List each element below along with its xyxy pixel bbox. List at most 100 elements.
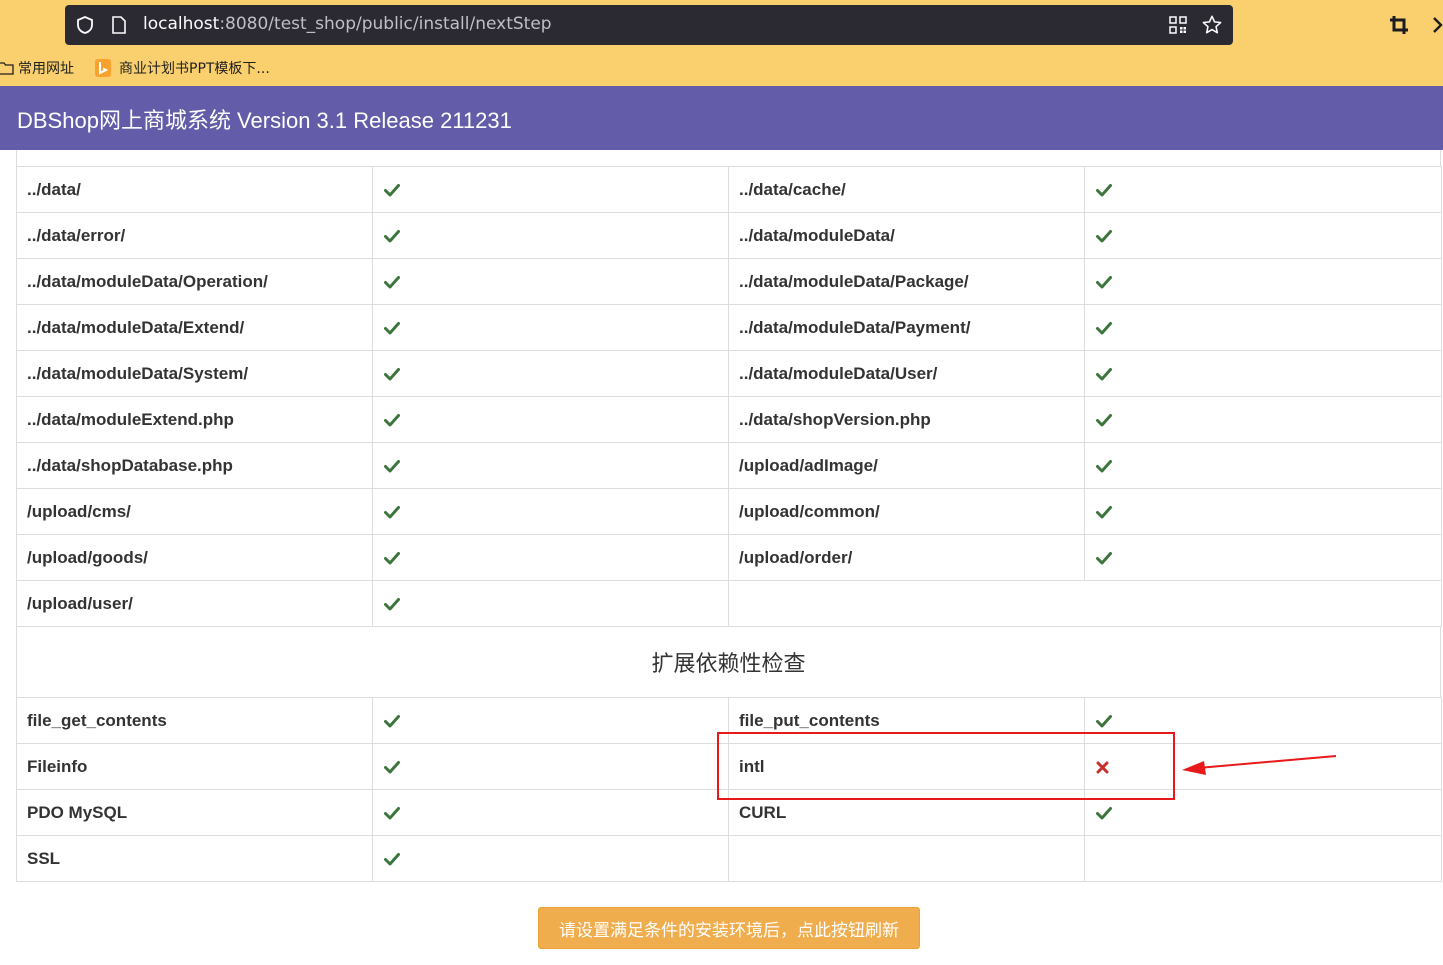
section-title: 扩展依赖性检查 xyxy=(651,652,806,677)
check-icon xyxy=(1096,807,1112,820)
table-top-edge xyxy=(16,150,1441,167)
check-icon xyxy=(384,715,400,728)
item-name: /upload/order/ xyxy=(728,534,1085,581)
item-status xyxy=(372,580,729,627)
empty-cell xyxy=(728,580,1442,627)
check-icon xyxy=(384,414,400,427)
table-row: /upload/goods/ /upload/order/ xyxy=(16,534,1442,581)
address-bar[interactable]: localhost:8080/test_shop/public/install/… xyxy=(65,5,1233,45)
item-status xyxy=(372,212,729,259)
check-icon xyxy=(1096,368,1112,381)
page-title: DBShop网上商城系统 Version 3.1 Release 211231 xyxy=(17,108,512,133)
item-status xyxy=(1084,835,1442,882)
check-icon xyxy=(384,853,400,866)
browser-chrome: localhost:8080/test_shop/public/install/… xyxy=(0,0,1443,86)
item-status xyxy=(372,488,729,535)
item-status xyxy=(372,442,729,489)
item-status xyxy=(372,166,729,213)
check-icon xyxy=(384,230,400,243)
check-icon xyxy=(1096,322,1112,335)
overflow-chevron-icon[interactable] xyxy=(1432,14,1443,36)
item-status xyxy=(1084,304,1442,351)
bookmark-label: 常用网址 xyxy=(18,61,74,77)
item-status xyxy=(372,534,729,581)
check-icon xyxy=(384,460,400,473)
table-row: /upload/user/ xyxy=(16,580,1442,627)
bookmark-label: 商业计划书PPT模板下... xyxy=(119,61,270,77)
item-name: /upload/cms/ xyxy=(16,488,373,535)
item-name: ../data/shopDatabase.php xyxy=(16,442,373,489)
item-status xyxy=(372,697,729,744)
item-status xyxy=(372,350,729,397)
annotation-highlight-box xyxy=(717,732,1175,800)
item-status xyxy=(1084,488,1442,535)
check-icon xyxy=(384,368,400,381)
item-status xyxy=(1084,350,1442,397)
item-status xyxy=(372,835,729,882)
item-status xyxy=(372,396,729,443)
bookmark-ppt-template[interactable]: 商业计划书PPT模板下... xyxy=(95,56,270,80)
check-icon xyxy=(1096,552,1112,565)
item-name: ../data/moduleData/Operation/ xyxy=(16,258,373,305)
check-icon xyxy=(1096,184,1112,197)
item-name: /upload/user/ xyxy=(16,580,373,627)
item-status xyxy=(1084,258,1442,305)
table-row: /upload/cms/ /upload/common/ xyxy=(16,488,1442,535)
check-icon xyxy=(384,807,400,820)
item-name: ../data/cache/ xyxy=(728,166,1085,213)
check-icon xyxy=(384,761,400,774)
check-icon xyxy=(384,184,400,197)
table-row: ../data/moduleExtend.php ../data/shopVers… xyxy=(16,396,1442,443)
item-status xyxy=(372,304,729,351)
item-status xyxy=(1084,166,1442,213)
check-icon xyxy=(1096,506,1112,519)
item-name: SSL xyxy=(16,835,373,882)
check-icon xyxy=(1096,715,1112,728)
item-name: ../data/moduleData/System/ xyxy=(16,350,373,397)
table-row: SSL xyxy=(16,835,1442,882)
item-status xyxy=(372,789,729,836)
item-name: ../data/shopVersion.php xyxy=(728,396,1085,443)
table-row: ../data/moduleData/Operation/ ../data/mod… xyxy=(16,258,1442,305)
app-header: DBShop网上商城系统 Version 3.1 Release 211231 xyxy=(0,86,1443,150)
folder-icon xyxy=(0,62,14,75)
table-row: ../data/error/ ../data/moduleData/ xyxy=(16,212,1442,259)
bookmark-common-sites[interactable]: 常用网址 xyxy=(0,56,74,80)
qr-code-icon[interactable] xyxy=(1169,16,1187,34)
item-name: /upload/goods/ xyxy=(16,534,373,581)
item-name: file_get_contents xyxy=(16,697,373,744)
bookmarks-bar: 常用网址 商业计划书PPT模板下... xyxy=(0,56,1443,80)
item-name xyxy=(728,835,1085,882)
check-icon xyxy=(384,506,400,519)
url-text[interactable]: localhost:8080/test_shop/public/install/… xyxy=(143,14,552,34)
refresh-button[interactable]: 请设置满足条件的安装环境后，点此按钮刷新 xyxy=(538,907,920,949)
check-icon xyxy=(1096,276,1112,289)
check-icon xyxy=(384,552,400,565)
check-icon xyxy=(384,276,400,289)
annotation-arrow xyxy=(1182,755,1337,775)
check-icon xyxy=(1096,230,1112,243)
item-status xyxy=(1084,396,1442,443)
item-name: /upload/common/ xyxy=(728,488,1085,535)
crop-icon[interactable] xyxy=(1388,14,1410,36)
item-name: ../data/ xyxy=(16,166,373,213)
item-name: ../data/moduleData/Extend/ xyxy=(16,304,373,351)
table-row: ../data/shopDatabase.php/upload/adImage/ xyxy=(16,442,1442,489)
page-icon[interactable] xyxy=(111,15,127,35)
item-name: ../data/moduleData/ xyxy=(728,212,1085,259)
item-name: ../data/error/ xyxy=(16,212,373,259)
item-name: ../data/moduleExtend.php xyxy=(16,396,373,443)
table-row: ../data/ ../data/cache/ xyxy=(16,166,1442,213)
shield-icon[interactable] xyxy=(75,15,95,35)
extension-section-header: 扩展依赖性检查 xyxy=(16,626,1441,698)
bookmark-star-icon[interactable] xyxy=(1201,14,1223,36)
check-icon xyxy=(384,322,400,335)
item-name: ../data/moduleData/Payment/ xyxy=(728,304,1085,351)
bing-icon xyxy=(95,59,111,77)
item-name: PDO MySQL xyxy=(16,789,373,836)
directory-permission-table: ../data/../data/cache/../data/error/../d… xyxy=(16,166,1442,627)
item-name: /upload/adImage/ xyxy=(728,442,1085,489)
item-name: ../data/moduleData/User/ xyxy=(728,350,1085,397)
item-status xyxy=(372,743,729,790)
check-icon xyxy=(1096,460,1112,473)
